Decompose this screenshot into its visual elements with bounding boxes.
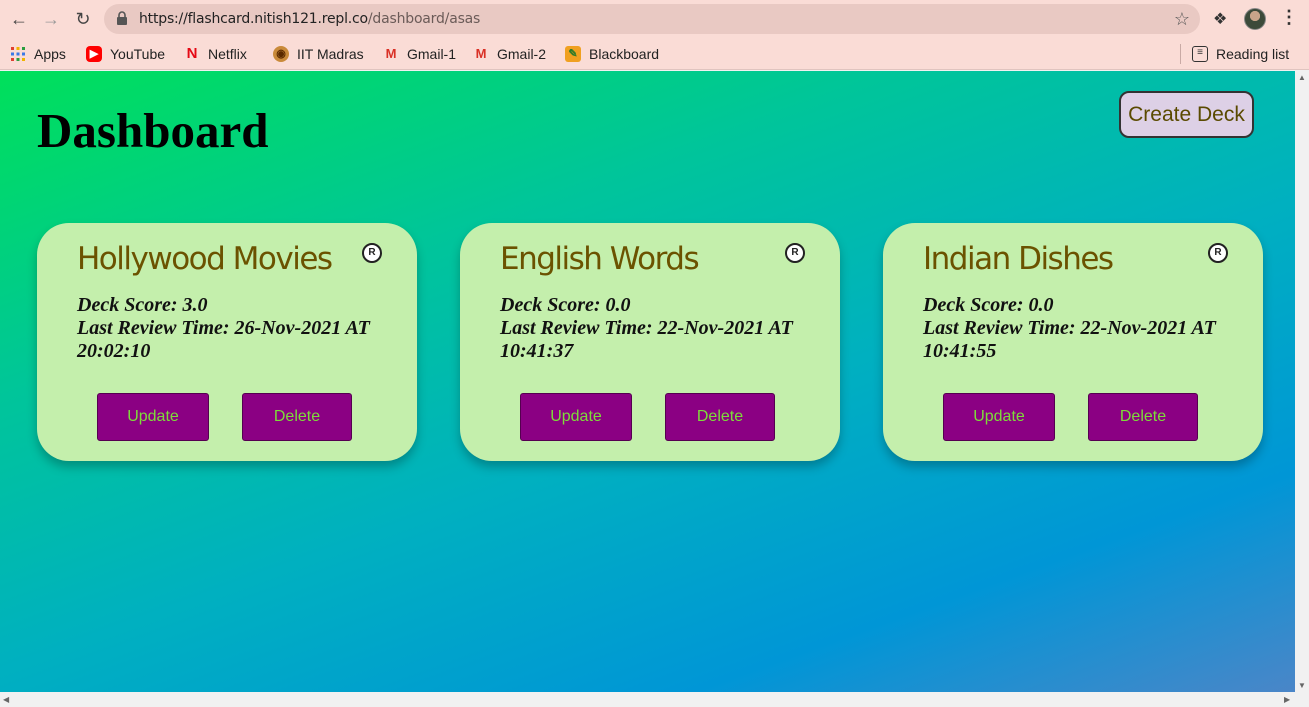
bookmark-label: Blackboard xyxy=(589,46,660,62)
deck-score: Deck Score: 0.0 xyxy=(923,294,1054,316)
last-review-time: Last Review Time: 22-Nov-2021 AT 10:41:5… xyxy=(923,317,1216,362)
deck-score: Deck Score: 0.0 xyxy=(500,294,631,316)
reload-icon[interactable]: ↻ xyxy=(72,8,94,30)
bookmark-star-icon[interactable]: ☆ xyxy=(1174,9,1190,30)
review-badge-icon[interactable]: R xyxy=(1208,243,1228,263)
blackboard-icon: ✎ xyxy=(565,46,581,62)
bookmark-label: Gmail-2 xyxy=(497,46,547,62)
create-deck-button[interactable]: Create Deck xyxy=(1119,91,1254,138)
scroll-down-arrow-icon[interactable]: ▼ xyxy=(1298,681,1306,690)
scroll-right-arrow-icon[interactable]: ▶ xyxy=(1284,695,1290,704)
address-bar[interactable]: https://flashcard.nitish121.repl.co/dash… xyxy=(104,4,1200,34)
bookmark-label: Gmail-1 xyxy=(407,46,457,62)
deck-score: Deck Score: 3.0 xyxy=(77,294,208,316)
deck-title: Hollywood Movies xyxy=(77,241,333,277)
deck-info: Deck Score: 0.0 Last Review Time: 22-Nov… xyxy=(500,294,830,363)
scroll-up-arrow-icon[interactable]: ▲ xyxy=(1298,73,1306,82)
bookmarks-bar: Apps ▶ YouTube N Netflix ◉ IIT Madras M … xyxy=(0,38,1309,70)
reading-list[interactable]: ≡ Reading list xyxy=(1192,44,1289,64)
review-badge-icon[interactable]: R xyxy=(785,243,805,263)
url-host: https://flashcard.nitish121.repl.co xyxy=(139,11,368,27)
delete-button[interactable]: Delete xyxy=(242,393,352,441)
deck-title: Indian Dishes xyxy=(923,241,1114,277)
review-badge-icon[interactable]: R xyxy=(362,243,382,263)
reading-list-label: Reading list xyxy=(1216,46,1290,62)
bookmark-iit-madras[interactable]: ◉ IIT Madras xyxy=(273,44,364,64)
deck-card: Hollywood Movies R Deck Score: 3.0 Last … xyxy=(37,223,417,461)
bookmark-label: IIT Madras xyxy=(297,46,364,62)
page-title: Dashboard xyxy=(37,103,269,158)
profile-avatar[interactable] xyxy=(1244,8,1266,30)
bookmark-netflix[interactable]: N Netflix xyxy=(186,44,247,64)
bookmark-label: Apps xyxy=(34,46,66,62)
bookmark-gmail-2[interactable]: M Gmail-2 xyxy=(473,44,546,64)
deck-card: Indian Dishes R Deck Score: 0.0 Last Rev… xyxy=(883,223,1263,461)
netflix-icon: N xyxy=(186,45,198,62)
update-button[interactable]: Update xyxy=(520,393,632,441)
deck-info: Deck Score: 0.0 Last Review Time: 22-Nov… xyxy=(923,294,1253,363)
url-path: /dashboard/asas xyxy=(367,11,481,27)
reading-list-icon: ≡ xyxy=(1192,46,1208,62)
last-review-time: Last Review Time: 22-Nov-2021 AT 10:41:3… xyxy=(500,317,793,362)
gmail-icon: M xyxy=(385,46,397,61)
delete-button[interactable]: Delete xyxy=(1088,393,1198,441)
url-text: https://flashcard.nitish121.repl.co/dash… xyxy=(139,11,480,27)
deck-title: English Words xyxy=(500,241,700,277)
browser-toolbar: ← → ↻ https://flashcard.nitish121.repl.c… xyxy=(0,0,1309,38)
vertical-scrollbar[interactable]: ▲ ▼ xyxy=(1295,71,1309,692)
lock-icon xyxy=(117,11,127,25)
bookmark-label: Netflix xyxy=(208,46,247,62)
bookmark-youtube[interactable]: ▶ YouTube xyxy=(86,44,165,64)
menu-dots-icon[interactable]: ⋮ xyxy=(1280,7,1298,28)
delete-button[interactable]: Delete xyxy=(665,393,775,441)
back-arrow-icon[interactable]: ← xyxy=(8,8,30,30)
bookmark-blackboard[interactable]: ✎ Blackboard xyxy=(565,44,659,64)
gmail-icon: M xyxy=(475,46,487,61)
extensions-puzzle-icon[interactable]: ❖ xyxy=(1213,9,1227,29)
bookmark-apps[interactable]: Apps xyxy=(10,44,66,64)
apps-grid-icon xyxy=(11,47,25,61)
horizontal-scrollbar[interactable]: ◀ ▶ xyxy=(0,692,1309,707)
dashboard-page: Dashboard Create Deck Hollywood Movies R… xyxy=(0,71,1295,692)
update-button[interactable]: Update xyxy=(943,393,1055,441)
deck-info: Deck Score: 3.0 Last Review Time: 26-Nov… xyxy=(77,294,407,363)
iit-madras-icon: ◉ xyxy=(273,46,289,62)
bookmarks-divider xyxy=(1180,44,1181,64)
last-review-time: Last Review Time: 26-Nov-2021 AT 20:02:1… xyxy=(77,317,370,362)
deck-card: English Words R Deck Score: 0.0 Last Rev… xyxy=(460,223,840,461)
youtube-icon: ▶ xyxy=(86,46,102,62)
update-button[interactable]: Update xyxy=(97,393,209,441)
forward-arrow-icon[interactable]: → xyxy=(40,8,62,30)
scroll-left-arrow-icon[interactable]: ◀ xyxy=(3,695,9,704)
bookmark-gmail-1[interactable]: M Gmail-1 xyxy=(383,44,456,64)
bookmark-label: YouTube xyxy=(110,46,166,62)
